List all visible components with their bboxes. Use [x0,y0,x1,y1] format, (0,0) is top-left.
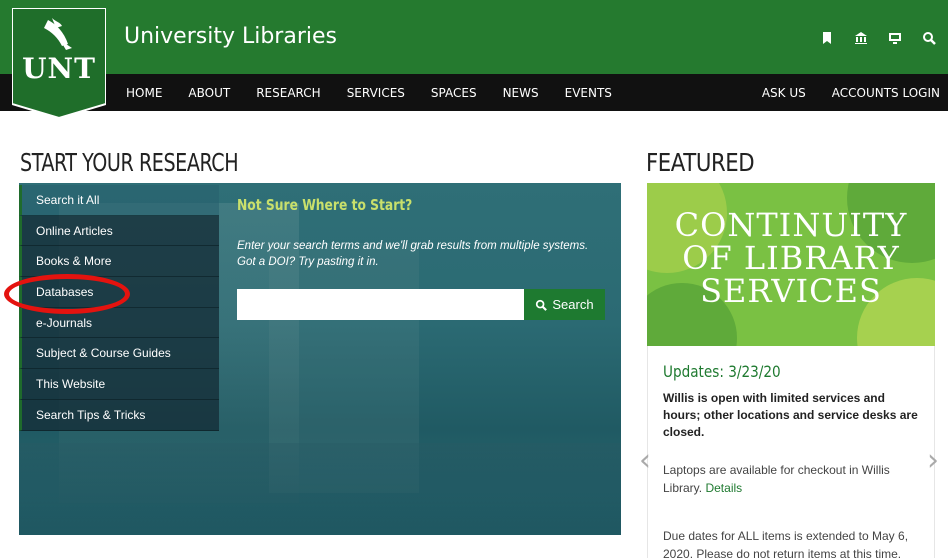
background-ground [19,443,621,535]
nav-events[interactable]: EVENTS [565,86,612,100]
featured-image-title: CONTINUITY OF LIBRARY SERVICES [674,206,908,310]
featured-paragraph-2: Due dates for ALL items is extended to M… [663,529,909,558]
nav-home[interactable]: HOME [126,86,162,100]
tab-search-tips[interactable]: Search Tips & Tricks [19,399,219,431]
tab-subject-course-guides[interactable]: Subject & Course Guides [19,338,219,370]
search-panel-title: Not Sure Where to Start? [237,196,413,214]
nav-accounts-login[interactable]: ACCOUNTS LOGIN [832,86,940,100]
logo-text: UNT [22,52,96,85]
bookmark-icon[interactable] [820,31,834,45]
site-title[interactable]: University Libraries [124,24,337,49]
library-icon[interactable] [854,31,868,45]
tab-this-website[interactable]: This Website [19,369,219,400]
nav-services[interactable]: SERVICES [347,86,405,100]
tab-search-it-all[interactable]: Search it All [19,185,219,216]
featured-paragraph-1: Laptops are available for checkout in Wi… [663,461,925,497]
search-input[interactable] [237,289,524,320]
details-link[interactable]: Details [705,481,742,495]
nav-news[interactable]: NEWS [503,86,539,100]
search-icon[interactable] [922,31,936,45]
search-button[interactable]: Search [524,289,605,320]
carousel-next-icon[interactable]: › [920,440,946,480]
utility-nav: ASK US ACCOUNTS LOGIN [762,74,940,111]
featured-heading: FEATURED [646,148,755,177]
search-button-label: Search [552,297,594,312]
main-nav: HOME ABOUT RESEARCH SERVICES SPACES NEWS… [126,74,638,111]
search-icon [536,299,548,311]
search-panel-description: Enter your search terms and we'll grab r… [237,240,589,268]
featured-image[interactable]: CONTINUITY OF LIBRARY SERVICES [647,183,935,346]
highlight-annotation [4,274,130,314]
header-icons [820,31,936,45]
featured-paragraph-1-text: Laptops are available for checkout in Wi… [663,463,890,495]
nav-research[interactable]: RESEARCH [256,86,320,100]
computer-icon[interactable] [888,31,902,45]
nav-spaces[interactable]: SPACES [431,86,477,100]
carousel-prev-icon[interactable]: ‹ [632,440,658,480]
updates-title: Updates: 3/23/20 [663,362,781,381]
nav-ask-us[interactable]: ASK US [762,86,806,100]
research-heading: START YOUR RESEARCH [20,148,239,177]
nav-about[interactable]: ABOUT [188,86,230,100]
tab-books-more[interactable]: Books & More [19,246,219,278]
tab-online-articles[interactable]: Online Articles [19,215,219,247]
featured-bold-text: Willis is open with limited services and… [663,391,918,439]
